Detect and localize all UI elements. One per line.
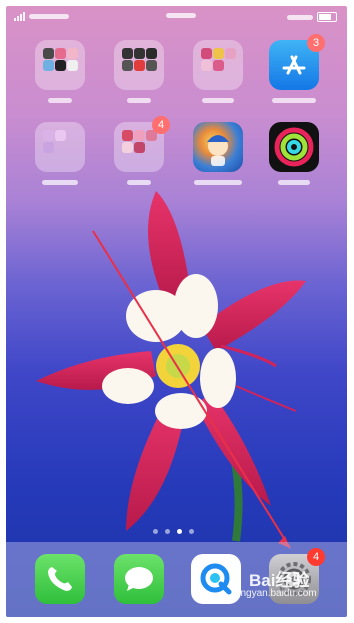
page-dot-2 (165, 529, 170, 534)
page-dot-3-active (177, 529, 182, 534)
phone-handset-glyph (48, 567, 72, 591)
flower-petal-white-2 (174, 274, 218, 338)
flower-spur-bottom-right (196, 391, 271, 506)
phone-screen: 3 4 4 Bai经验 jingyan.baidu.com (6, 6, 347, 617)
page-indicator[interactable] (153, 529, 194, 534)
flower-petal-white-4 (155, 393, 207, 429)
browser-icon[interactable] (191, 554, 241, 604)
page-dot-1 (153, 529, 158, 534)
page-dot-4 (189, 529, 194, 534)
messages-icon[interactable] (114, 554, 164, 604)
settings-badge: 4 (307, 548, 325, 566)
phone-icon[interactable] (35, 554, 85, 604)
speech-bubble-glyph (125, 567, 153, 591)
wallpaper-flower (36, 191, 306, 549)
baidu-watermark: Bai经验 jingyan.baidu.com (236, 571, 317, 599)
watermark-brand: Bai经验 (249, 571, 310, 590)
flower-petal-white-3 (200, 348, 236, 408)
browser-glyph (200, 563, 232, 595)
flower-petal-white-5 (102, 368, 154, 404)
